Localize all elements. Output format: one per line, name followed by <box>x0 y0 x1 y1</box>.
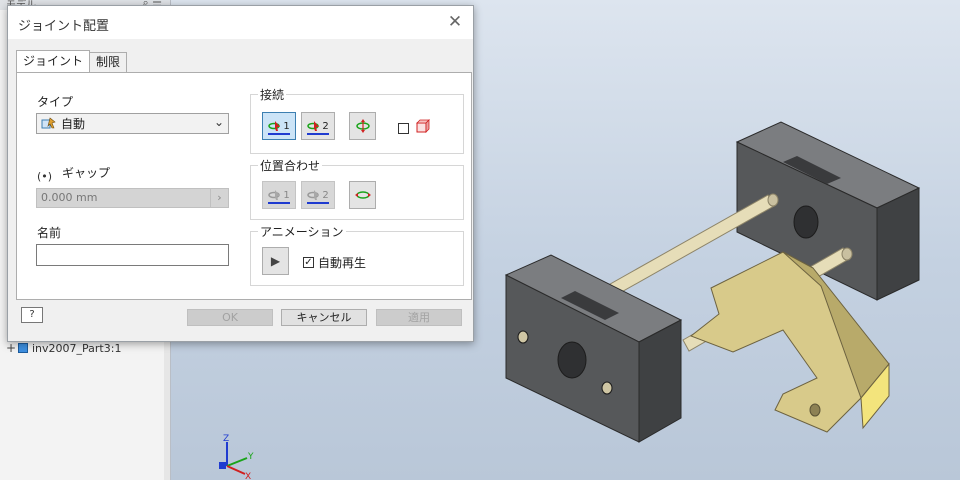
triad-y-label: Y <box>247 452 254 462</box>
gap-label: ギャップ <box>62 166 111 180</box>
triad-z-label: Z <box>223 434 229 444</box>
origin-select-icon <box>307 121 320 131</box>
flip-icon <box>355 119 370 133</box>
align-2-number: 2 <box>322 189 329 201</box>
chevron-down-icon: ⌄ <box>213 115 224 129</box>
flip-component-button[interactable] <box>349 112 376 140</box>
tree-item-part3[interactable]: + inv2007_Part3:1 <box>6 340 121 356</box>
name-label: 名前 <box>37 226 62 240</box>
connect-origin1-button[interactable]: 1 <box>262 112 296 140</box>
apply-button[interactable]: 適用 <box>376 309 462 326</box>
align-title: 位置合わせ <box>258 157 323 174</box>
underline-indicator <box>268 202 290 204</box>
expand-icon[interactable]: + <box>6 341 16 355</box>
dialog-title: ジョイント配置 <box>18 19 110 34</box>
tab-panel-joint: タイプ 自動 ⌄ (•) ギャップ 0.000 mm › 名前 接続 1 2 位… <box>16 72 472 300</box>
gap-arrow-icon: › <box>210 189 228 207</box>
tab-limits[interactable]: 制限 <box>89 52 128 72</box>
tree-item-label: inv2007_Part3:1 <box>32 341 122 355</box>
help-button[interactable]: ? <box>21 307 43 323</box>
gap-field: 0.000 mm › <box>36 188 229 208</box>
isolate-component-icon <box>416 119 430 133</box>
align-flip-icon <box>354 191 371 199</box>
dialog-titlebar[interactable]: ジョイント配置 ✕ <box>8 6 473 39</box>
type-dropdown[interactable]: 自動 ⌄ <box>36 113 229 134</box>
connect-checkbox[interactable] <box>398 123 409 134</box>
dialog-body: ジョイント 制限 タイプ 自動 ⌄ (•) ギャップ 0.000 mm › 名前 <box>8 39 473 341</box>
connect-origin1-number: 1 <box>283 120 290 132</box>
animation-title: アニメーション <box>258 223 346 240</box>
connect-origin2-button[interactable]: 2 <box>301 112 335 140</box>
ok-button[interactable]: OK <box>187 309 273 326</box>
underline-indicator <box>307 202 329 204</box>
align-select-icon <box>268 190 281 200</box>
gap-icon: (•) <box>37 170 53 183</box>
auto-joint-icon <box>41 116 56 128</box>
gap-value: 0.000 mm <box>41 191 98 204</box>
origin-select-icon <box>268 121 281 131</box>
type-label: タイプ <box>37 95 74 109</box>
align-group: 位置合わせ 1 2 <box>250 157 464 220</box>
underline-indicator <box>268 133 290 135</box>
name-field[interactable] <box>36 244 229 266</box>
connect-title: 接続 <box>258 86 287 103</box>
view-triad[interactable]: Z Y X <box>211 432 271 480</box>
joint-dialog: ジョイント配置 ✕ ジョイント 制限 タイプ 自動 ⌄ (•) ギャップ 0.0… <box>7 5 474 342</box>
tab-strip: ジョイント 制限 <box>16 50 128 72</box>
align-select-icon <box>307 190 320 200</box>
tab-joint[interactable]: ジョイント <box>16 50 91 72</box>
connect-origin2-number: 2 <box>322 120 329 132</box>
animation-group: アニメーション ▶ ✓ 自動再生 <box>250 223 464 286</box>
underline-indicator <box>307 133 329 135</box>
autoplay-label: 自動再生 <box>318 256 367 270</box>
cancel-button[interactable]: キャンセル <box>281 309 367 326</box>
triad-x-label: X <box>245 472 251 480</box>
close-button[interactable]: ✕ <box>445 12 465 32</box>
type-selected-value: 自動 <box>61 117 86 131</box>
align-1-button: 1 <box>262 181 296 209</box>
connect-group: 接続 1 2 <box>250 86 464 154</box>
play-animation-button[interactable]: ▶ <box>262 247 289 275</box>
part-icon <box>18 343 28 353</box>
play-icon: ▶ <box>270 254 281 268</box>
align-1-number: 1 <box>283 189 290 201</box>
align-flip-button[interactable] <box>349 181 376 209</box>
front-block[interactable] <box>504 254 683 443</box>
autoplay-checkbox[interactable]: ✓ <box>303 257 314 268</box>
align-2-button: 2 <box>301 181 335 209</box>
